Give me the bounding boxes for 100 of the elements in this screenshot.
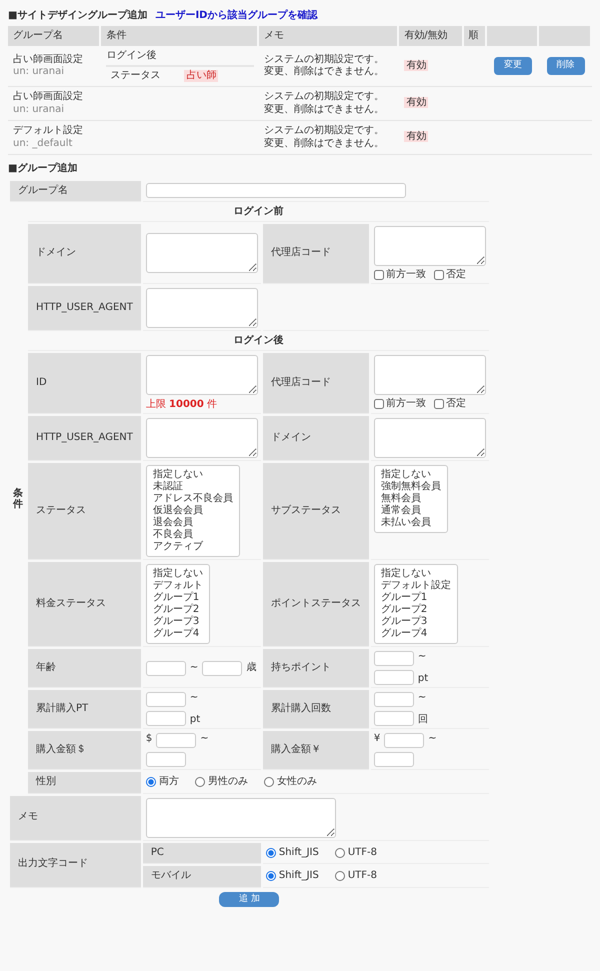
group-name-field[interactable] bbox=[146, 183, 406, 198]
range-separator: ~ bbox=[418, 651, 426, 664]
field-label: 性別 bbox=[28, 772, 141, 794]
list-option[interactable]: グループ4 bbox=[380, 628, 451, 640]
input-field[interactable] bbox=[146, 752, 186, 767]
field-label: ポイントステータス bbox=[262, 562, 369, 647]
input-field[interactable] bbox=[374, 692, 414, 707]
radio-label: 女性のみ bbox=[276, 776, 317, 788]
field-label: ドメイン bbox=[28, 224, 141, 284]
field-label: HTTP_USER_AGENT bbox=[28, 416, 141, 461]
group-code: un: uranai bbox=[13, 66, 66, 78]
list-option[interactable]: 無料会員 bbox=[380, 493, 441, 505]
radio-button[interactable] bbox=[266, 848, 276, 858]
input-field[interactable] bbox=[156, 733, 196, 748]
radio-button[interactable] bbox=[146, 777, 156, 788]
range-separator: ~ bbox=[428, 733, 437, 746]
column-header: グループ名 bbox=[8, 26, 102, 46]
text-area[interactable] bbox=[146, 233, 258, 274]
list-option[interactable]: 指定しない bbox=[152, 568, 203, 580]
field-label: ステータス bbox=[28, 463, 141, 560]
add-button[interactable]: 追 加 bbox=[219, 892, 280, 907]
edit-button[interactable]: 変更 bbox=[494, 57, 532, 75]
list-option[interactable]: デフォルト bbox=[152, 580, 203, 592]
list-option[interactable]: グループ3 bbox=[152, 616, 203, 628]
list-option[interactable]: 指定しない bbox=[380, 469, 441, 481]
radio-label: 男性のみ bbox=[208, 776, 248, 788]
column-header bbox=[486, 26, 540, 46]
list-option[interactable]: グループ2 bbox=[152, 604, 203, 616]
field-label: 購入金額＄ bbox=[28, 731, 141, 770]
list-option[interactable]: 未認証 bbox=[152, 481, 233, 493]
list-option[interactable]: グループ1 bbox=[152, 592, 203, 604]
text-area[interactable] bbox=[374, 418, 486, 458]
column-header: 有効/無効 bbox=[399, 26, 464, 46]
radio-button[interactable] bbox=[266, 871, 276, 882]
memo-text-area[interactable] bbox=[146, 798, 336, 838]
list-option[interactable]: グループ3 bbox=[380, 616, 451, 628]
radio-label: Shift_JIS bbox=[278, 870, 319, 882]
status-tag: 有効 bbox=[404, 131, 428, 142]
radio-button[interactable] bbox=[264, 777, 274, 788]
radio-button[interactable] bbox=[334, 871, 345, 882]
radio-button[interactable] bbox=[334, 848, 345, 858]
list-option[interactable]: デフォルト設定 bbox=[380, 580, 451, 592]
condition-label: ステータス bbox=[110, 70, 160, 82]
status-tag: 有効 bbox=[404, 60, 428, 71]
checkbox[interactable] bbox=[434, 399, 444, 410]
column-header bbox=[539, 26, 592, 46]
list-option[interactable]: グループ2 bbox=[380, 604, 451, 616]
condition-heading: ログイン後 bbox=[106, 50, 254, 66]
list-option[interactable]: グループ1 bbox=[380, 592, 451, 604]
text-area[interactable] bbox=[146, 288, 258, 328]
range-separator: ~ bbox=[418, 692, 426, 704]
input-field[interactable] bbox=[202, 660, 242, 676]
list-option[interactable]: アクティブ bbox=[152, 541, 233, 553]
checkbox[interactable] bbox=[374, 399, 384, 410]
unit-label: pt bbox=[418, 672, 428, 685]
input-field[interactable] bbox=[374, 670, 414, 685]
check-group-link[interactable]: ユーザーIDから該当グループを確認 bbox=[155, 10, 318, 21]
list-option[interactable]: 強制無料会員 bbox=[380, 481, 441, 493]
column-header: 順 bbox=[464, 26, 487, 46]
input-field[interactable] bbox=[146, 692, 186, 707]
input-field[interactable] bbox=[146, 711, 186, 726]
text-area[interactable] bbox=[146, 354, 258, 394]
list-option[interactable]: 指定しない bbox=[152, 469, 233, 481]
checkbox-label: 前方一致 bbox=[386, 268, 426, 281]
list-option[interactable]: アドレス不良会員 bbox=[152, 493, 233, 505]
side-label: 条件 bbox=[12, 486, 24, 512]
memo-text: システムの初期設定です。 bbox=[264, 91, 386, 104]
memo-text: システムの初期設定です。 bbox=[264, 125, 386, 138]
field-label: 代理店コード bbox=[262, 224, 369, 284]
field-label: HTTP_USER_AGENT bbox=[28, 286, 141, 331]
section-title: ■サイトデザイングループ追加 bbox=[8, 10, 148, 21]
list-option[interactable]: 未払い会員 bbox=[380, 517, 441, 529]
radio-button[interactable] bbox=[194, 777, 205, 788]
field-label: ドメイン bbox=[262, 416, 369, 461]
checkbox[interactable] bbox=[374, 270, 384, 280]
memo-text: 変更、削除はできません。 bbox=[264, 104, 386, 116]
memo-text: 変更、削除はできません。 bbox=[264, 66, 386, 78]
list-option[interactable]: 退会会員 bbox=[152, 517, 233, 529]
input-field[interactable] bbox=[384, 733, 424, 748]
input-field[interactable] bbox=[374, 651, 414, 666]
field-label: グループ名 bbox=[10, 180, 141, 202]
field-label: 料金ステータス bbox=[28, 562, 141, 647]
list-option[interactable]: 仮退会会員 bbox=[152, 505, 233, 517]
text-area[interactable] bbox=[146, 418, 258, 458]
condition-tag: 占い師 bbox=[184, 70, 218, 82]
range-separator: ~ bbox=[190, 662, 198, 674]
input-field[interactable] bbox=[374, 752, 414, 767]
delete-button[interactable]: 削除 bbox=[546, 57, 585, 75]
checkbox[interactable] bbox=[434, 270, 444, 280]
list-option[interactable]: 指定しない bbox=[380, 568, 451, 580]
input-field[interactable] bbox=[146, 660, 186, 676]
radio-label: UTF-8 bbox=[348, 846, 377, 859]
range-separator: ~ bbox=[200, 733, 209, 746]
field-label: 持ちポイント bbox=[262, 649, 369, 688]
list-option[interactable]: 不良会員 bbox=[152, 529, 233, 541]
input-field[interactable] bbox=[374, 711, 414, 726]
limit-note: 上限 10000 件 bbox=[146, 398, 218, 411]
field-label: 年齢 bbox=[28, 649, 141, 688]
list-option[interactable]: グループ4 bbox=[152, 628, 203, 640]
list-option[interactable]: 通常会員 bbox=[380, 505, 441, 517]
